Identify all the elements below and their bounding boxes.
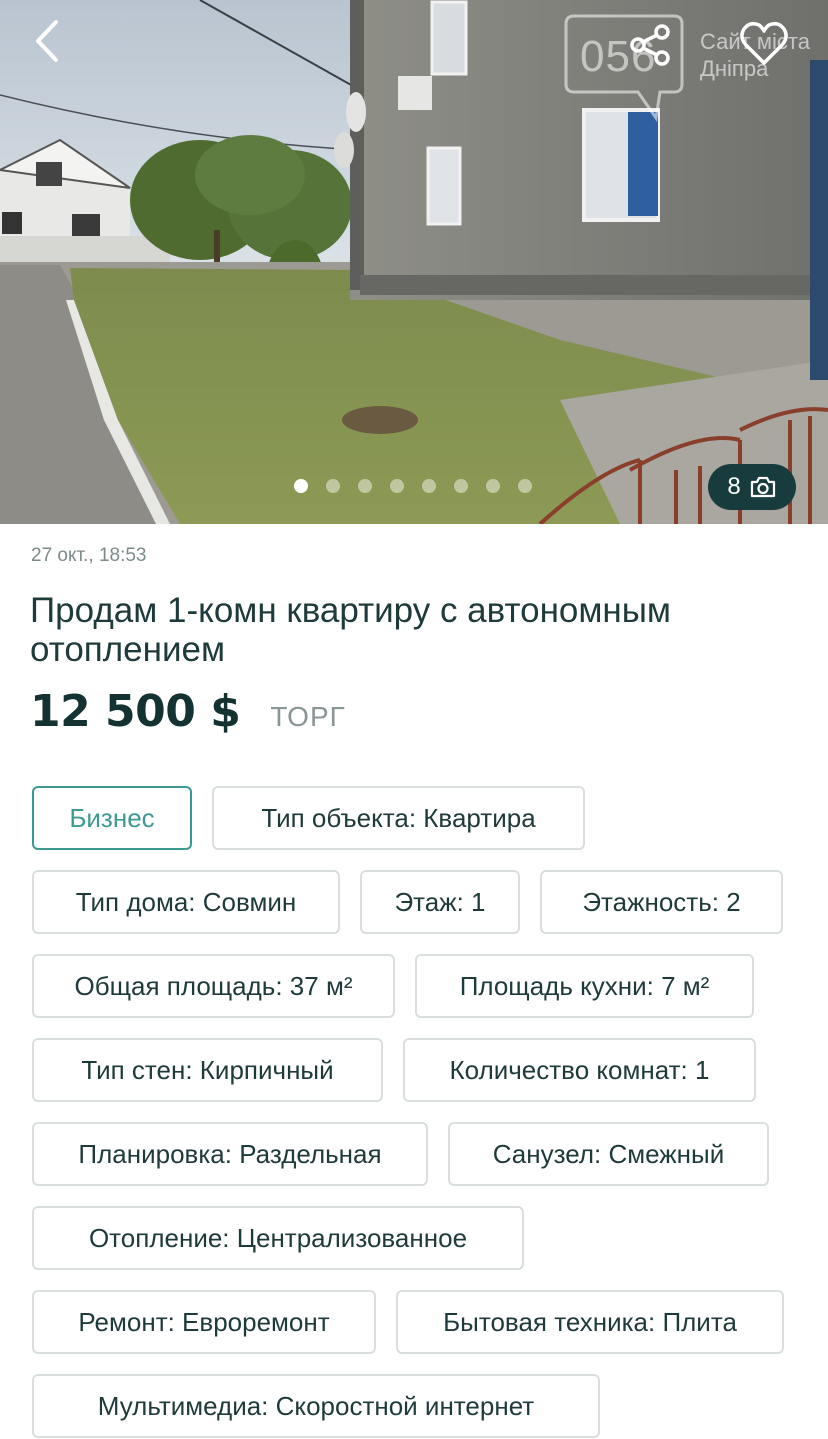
tag-floor[interactable]: Этаж: 1 — [360, 870, 520, 934]
tag-kitchen-area[interactable]: Площадь кухни: 7 м² — [415, 954, 754, 1018]
gallery-dot[interactable] — [294, 479, 308, 493]
gallery-dot[interactable] — [486, 479, 500, 493]
tag-bathroom[interactable]: Санузел: Смежный — [448, 1122, 769, 1186]
photo-count-badge[interactable]: 8 — [708, 464, 796, 510]
share-button[interactable] — [626, 20, 676, 70]
bargain-label: ТОРГ — [270, 701, 346, 732]
photo-count-value: 8 — [727, 473, 741, 500]
listing-title: Продам 1-комн квартиру с автономным отоп… — [30, 591, 671, 669]
listing-photo — [0, 0, 828, 524]
tag-appliances[interactable]: Бытовая техника: Плита — [396, 1290, 784, 1354]
tag-wall-type[interactable]: Тип стен: Кирпичный — [32, 1038, 383, 1102]
tag-floors-total[interactable]: Этажность: 2 — [540, 870, 783, 934]
camera-icon — [750, 476, 775, 498]
tag-heating[interactable]: Отопление: Централизованное — [32, 1206, 524, 1270]
listing-date: 27 окт., 18:53 — [31, 545, 147, 566]
tag-layout[interactable]: Планировка: Раздельная — [32, 1122, 428, 1186]
gallery-dot[interactable] — [326, 479, 340, 493]
listing-photo-gallery[interactable]: 056 Сайт міста Дніпра 8 — [0, 0, 828, 524]
favorite-button[interactable] — [736, 16, 792, 72]
gallery-dot[interactable] — [390, 479, 404, 493]
tag-category[interactable]: Бизнес — [32, 786, 192, 850]
tag-rooms[interactable]: Количество комнат: 1 — [403, 1038, 756, 1102]
price-row: 12 500 $ ТОРГ — [30, 686, 346, 737]
back-arrow-icon — [36, 20, 58, 62]
listing-price: 12 500 $ — [30, 686, 241, 737]
gallery-dot[interactable] — [422, 479, 436, 493]
tag-house-type[interactable]: Тип дома: Совмин — [32, 870, 340, 934]
back-button[interactable] — [26, 16, 70, 66]
tag-multimedia[interactable]: Мультимедиа: Скоростной интернет — [32, 1374, 600, 1438]
gallery-dot[interactable] — [454, 479, 468, 493]
tag-total-area[interactable]: Общая площадь: 37 м² — [32, 954, 395, 1018]
tag-renovation[interactable]: Ремонт: Евроремонт — [32, 1290, 376, 1354]
share-icon — [630, 24, 670, 66]
gallery-pagination — [294, 479, 532, 493]
gallery-dot[interactable] — [358, 479, 372, 493]
heart-icon — [740, 21, 788, 65]
gallery-dot[interactable] — [518, 479, 532, 493]
tag-object-type[interactable]: Тип объекта: Квартира — [212, 786, 585, 850]
